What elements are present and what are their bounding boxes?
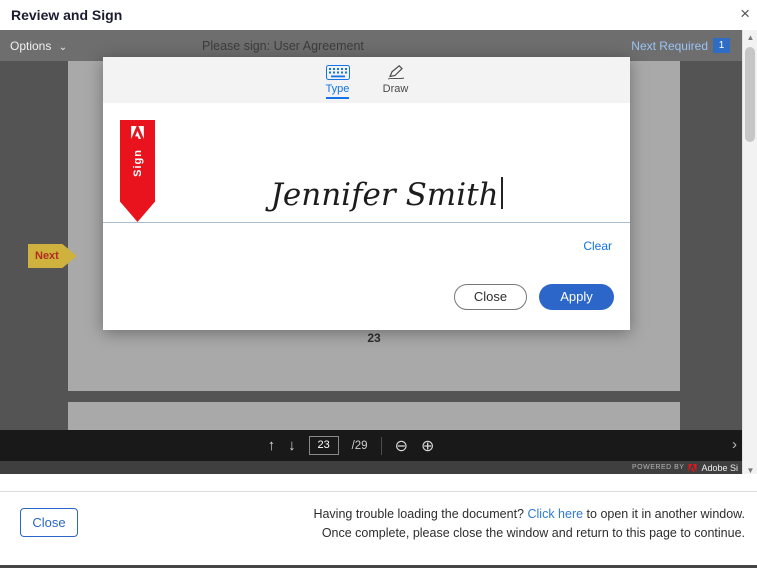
page-number-input[interactable]: 23 <box>309 436 339 455</box>
zoom-out-icon[interactable]: ⊖ <box>395 436 408 456</box>
powered-by-strip: POWERED BY Adobe Si <box>0 461 742 474</box>
tab-type[interactable]: Type <box>318 64 358 99</box>
window-title: Review and Sign <box>11 7 122 23</box>
expand-toolbar-chevron-icon[interactable]: › <box>732 436 737 453</box>
tab-draw[interactable]: Draw <box>376 64 416 97</box>
brand-name-label: Adobe Si <box>701 463 738 473</box>
help-text-after-link: to open it in another window. <box>587 507 745 521</box>
previous-page-arrow-icon[interactable]: ↑ <box>268 437 276 454</box>
tab-draw-label: Draw <box>383 83 409 97</box>
pen-icon <box>386 64 406 80</box>
page-number-label: 23 <box>68 331 680 345</box>
dialog-buttons: Close Apply <box>454 284 614 310</box>
next-page-arrow-icon[interactable]: ↓ <box>288 437 296 454</box>
text-cursor <box>501 177 503 209</box>
options-menu[interactable]: Options ⌄ <box>10 39 67 53</box>
zoom-in-icon[interactable]: ⊕ <box>421 436 434 456</box>
toolbar-divider <box>381 437 382 455</box>
signature-baseline <box>103 222 630 223</box>
window-title-bar: Review and Sign × <box>0 0 757 30</box>
footer-help-text: Having trouble loading the document? Cli… <box>313 505 745 543</box>
signature-value: Jennifer Smith <box>270 177 498 213</box>
tab-type-label: Type <box>326 83 350 99</box>
click-here-link[interactable]: Click here <box>527 507 583 521</box>
close-icon[interactable]: × <box>740 4 750 24</box>
chevron-down-icon: ⌄ <box>59 42 67 53</box>
help-line-2: Once complete, please close the window a… <box>313 524 745 543</box>
powered-by-label: POWERED BY <box>632 464 684 471</box>
help-line-1: Having trouble loading the document? Cli… <box>313 505 745 524</box>
signature-tabs: Type Draw <box>103 57 630 103</box>
footer-separator <box>0 491 757 492</box>
signature-dialog: Type Draw Sign Jennifer Smit <box>103 57 630 330</box>
document-next-page <box>68 402 680 430</box>
options-label: Options <box>10 39 51 53</box>
scrollbar-thumb[interactable] <box>745 47 755 142</box>
apply-button[interactable]: Apply <box>539 284 614 310</box>
ribbon-sign-label: Sign <box>132 149 144 177</box>
clear-signature-link[interactable]: Clear <box>583 239 612 253</box>
adobe-logo-icon <box>130 126 145 144</box>
scroll-up-arrow-icon[interactable]: ▲ <box>743 30 757 45</box>
help-text-before-link: Having trouble loading the document? <box>313 507 524 521</box>
next-required-count-badge: 1 <box>713 38 730 53</box>
adobe-sign-ribbon: Sign <box>120 120 155 222</box>
footer-panel: Close Having trouble loading the documen… <box>0 474 757 565</box>
keyboard-icon <box>326 64 350 80</box>
review-and-sign-window: Review and Sign × Options ⌄ Please sign:… <box>0 0 757 568</box>
total-pages-label: /29 <box>352 440 368 452</box>
footer-close-button[interactable]: Close <box>20 508 78 537</box>
pdf-toolbar: ↑ ↓ 23 /29 ⊖ ⊕ › <box>0 430 742 461</box>
dialog-close-button[interactable]: Close <box>454 284 527 310</box>
vertical-scrollbar[interactable]: ▲ ▼ <box>742 30 757 478</box>
next-required-button[interactable]: Next Required <box>631 39 708 53</box>
signature-input[interactable]: Jennifer Smith <box>163 177 610 222</box>
document-title: Please sign: User Agreement <box>202 39 364 53</box>
